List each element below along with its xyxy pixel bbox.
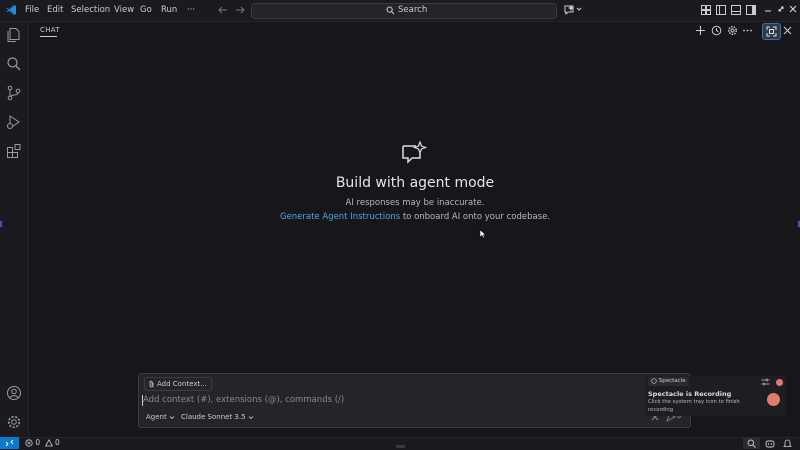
error-count: 0 [35, 438, 41, 447]
search-label: Search [398, 5, 428, 15]
zoom-button[interactable] [743, 437, 760, 449]
chevron-down-icon [169, 415, 175, 420]
activity-bar [0, 22, 29, 437]
source-control-icon[interactable] [6, 85, 22, 101]
generate-instructions-link[interactable]: Generate Agent Instructions [280, 212, 400, 222]
notification-body: Click the system tray icon to finish rec… [648, 399, 740, 413]
chat-input-field[interactable]: Add context (#), extensions (@), command… [143, 395, 344, 405]
spectacle-icon [651, 377, 657, 384]
notification-title: Spectacle is Recording [648, 390, 732, 398]
warning-icon [44, 439, 53, 447]
toggle-panel-icon[interactable] [731, 5, 741, 15]
menu-view[interactable]: View [114, 5, 134, 15]
notification-settings-icon[interactable] [761, 378, 770, 386]
model-dropdown[interactable]: Claude Sonnet 3.5 [181, 413, 254, 421]
notification-app-name: Spectacle [658, 378, 686, 384]
chat-input-box: Add Context... Add context (#), extensio… [138, 373, 691, 428]
remote-icon [5, 439, 14, 447]
remote-indicator[interactable] [0, 437, 19, 449]
new-chat-plus-icon[interactable] [695, 25, 706, 36]
instructions-rest: to onboard AI onto your codebase. [400, 212, 551, 222]
mode-dropdown[interactable]: Agent [146, 413, 175, 421]
instructions-text: Generate Agent Instructions to onboard A… [0, 212, 800, 222]
manage-gear-icon[interactable] [6, 414, 22, 430]
menu-more[interactable]: ··· [187, 5, 195, 15]
run-debug-icon[interactable] [6, 114, 22, 130]
copilot-menu-icon[interactable] [564, 4, 582, 15]
paperclip-icon [149, 380, 154, 388]
menu-file[interactable]: File [25, 5, 39, 15]
notification-app-tag: Spectacle [648, 377, 689, 386]
add-context-button[interactable]: Add Context... [144, 377, 212, 391]
ai-disclaimer: AI responses may be inaccurate. [345, 198, 485, 208]
menu-go[interactable]: Go [140, 5, 152, 15]
tab-chat[interactable]: CHAT [40, 26, 60, 34]
title-bar: File Edit Selection View Go Run ··· Sear… [0, 0, 800, 22]
extensions-icon[interactable] [6, 143, 22, 159]
error-icon [25, 439, 33, 447]
customize-layout-icon[interactable] [701, 5, 711, 15]
account-icon[interactable] [6, 385, 22, 401]
tab-chat-underline [40, 36, 57, 37]
toggle-secondary-sidebar-icon[interactable] [746, 5, 756, 15]
command-center-search[interactable]: Search [251, 3, 557, 19]
panel-resize-handle[interactable] [396, 445, 405, 448]
chat-history-icon[interactable] [711, 25, 722, 36]
warning-count: 0 [54, 438, 60, 447]
forward-arrow-icon[interactable] [235, 5, 245, 15]
close-chat-icon[interactable] [782, 25, 793, 36]
back-arrow-icon[interactable] [218, 5, 228, 15]
menu-edit[interactable]: Edit [47, 5, 63, 15]
welcome-title: Build with agent mode [335, 175, 495, 191]
status-bar [0, 437, 800, 450]
copilot-status-icon[interactable] [765, 439, 775, 448]
notifications-bell-icon[interactable] [783, 439, 792, 448]
add-context-label: Add Context... [157, 380, 207, 388]
maximize-icon [766, 26, 777, 37]
mode-label: Agent [146, 413, 167, 421]
mouse-cursor-icon [479, 229, 486, 239]
menu-run[interactable]: Run [161, 5, 177, 15]
toggle-primary-sidebar-icon[interactable] [716, 5, 726, 15]
chat-sparkle-icon [401, 141, 427, 165]
search-view-icon[interactable] [6, 56, 22, 72]
explorer-icon[interactable] [6, 27, 22, 43]
close-window-icon[interactable] [789, 5, 797, 13]
model-label: Claude Sonnet 3.5 [181, 413, 246, 421]
chevron-down-icon [248, 415, 254, 420]
minimize-window-icon[interactable] [764, 5, 772, 13]
recording-indicator[interactable] [767, 393, 780, 406]
vscode-logo-icon [5, 4, 17, 16]
problems-indicator[interactable]: 0 0 [25, 438, 60, 447]
restore-window-icon[interactable] [777, 5, 785, 13]
search-icon [386, 6, 395, 15]
maximize-chat-button[interactable] [762, 23, 781, 40]
more-actions-icon[interactable] [742, 25, 753, 36]
chat-settings-gear-icon[interactable] [727, 25, 738, 36]
recording-dot-icon [776, 379, 783, 386]
menu-selection[interactable]: Selection [71, 5, 110, 15]
zoom-icon [747, 439, 756, 448]
